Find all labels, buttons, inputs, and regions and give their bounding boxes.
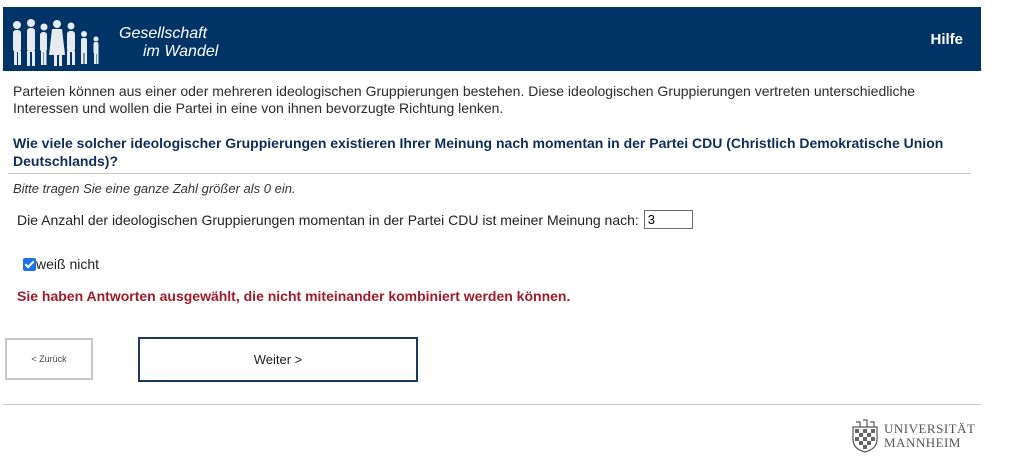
footer-divider (3, 404, 981, 405)
answer-row: Die Anzahl der ideologischen Gruppierung… (17, 210, 693, 229)
intro-text: Parteien können aus einer oder mehreren … (13, 83, 916, 116)
divider (8, 173, 971, 174)
logo-text: Gesellschaft im Wandel (119, 25, 218, 61)
next-button[interactable]: Weiter > (138, 337, 418, 382)
answer-label: Die Anzahl der ideologischen Gruppierung… (17, 211, 639, 228)
dont-know-checkbox[interactable] (23, 257, 36, 271)
question-text: Wie viele solcher ideologischer Gruppier… (13, 135, 944, 169)
dont-know-option[interactable]: weiß nicht (23, 256, 99, 272)
logo-line-1: Gesellschaft (119, 25, 208, 42)
mannheim-crest-icon (852, 419, 878, 453)
university-line-1: UNIVERSITÄT (884, 421, 976, 436)
back-button[interactable]: < Zurück (5, 338, 93, 380)
gesellschaft-im-wandel-logo: Gesellschaft im Wandel (9, 13, 239, 67)
help-link[interactable]: Hilfe (930, 31, 963, 48)
number-input[interactable] (643, 210, 693, 229)
university-line-2: MANNHEIM (884, 435, 961, 450)
dont-know-label: weiß nicht (36, 256, 100, 272)
input-hint: Bitte tragen Sie eine ganze Zahl größer … (13, 181, 296, 196)
error-message: Sie haben Antworten ausgewählt, die nich… (17, 288, 571, 304)
university-logo: UNIVERSITÄT MANNHEIM (850, 416, 985, 456)
logo-line-2: im Wandel (143, 43, 219, 60)
people-silhouettes-icon (13, 19, 99, 66)
header-bar: Gesellschaft im Wandel Hilfe (3, 7, 981, 71)
university-name: UNIVERSITÄT MANNHEIM (884, 422, 975, 450)
